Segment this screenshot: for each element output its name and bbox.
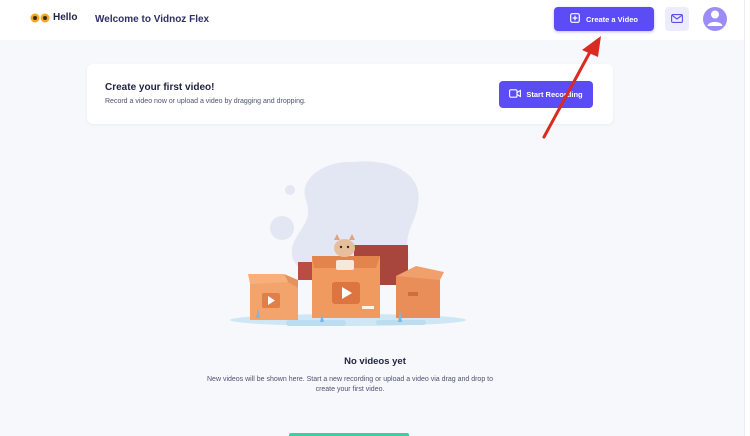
- plus-square-icon: [570, 13, 580, 25]
- empty-state-illustration: [228, 160, 468, 345]
- empty-state-title: No videos yet: [344, 356, 406, 367]
- start-recording-label: Start Recording: [526, 90, 583, 99]
- video-camera-icon: [509, 89, 522, 100]
- vidnoz-logo[interactable]: Hello: [30, 12, 77, 23]
- top-bar: Hello Welcome to Vidnoz Flex Create a Vi…: [0, 0, 750, 40]
- mail-button[interactable]: [665, 7, 689, 31]
- create-first-video-card: Create your first video! Record a video …: [87, 64, 613, 124]
- user-avatar[interactable]: [703, 7, 727, 31]
- mail-icon: [671, 10, 683, 28]
- create-video-button[interactable]: Create a Video: [554, 7, 654, 31]
- logo-icon: [30, 13, 50, 23]
- start-recording-button[interactable]: Start Recording: [499, 81, 593, 108]
- empty-state-description: New videos will be shown here. Start a n…: [207, 376, 493, 393]
- card-subtitle: Record a video now or upload a video by …: [105, 98, 306, 105]
- scrollbar-track[interactable]: [744, 0, 750, 436]
- logo-text: Hello: [53, 12, 78, 23]
- user-avatar-icon: [703, 7, 727, 31]
- card-title: Create your first video!: [105, 82, 215, 93]
- create-video-label: Create a Video: [586, 14, 638, 24]
- welcome-title: Welcome to Vidnoz Flex: [95, 14, 210, 25]
